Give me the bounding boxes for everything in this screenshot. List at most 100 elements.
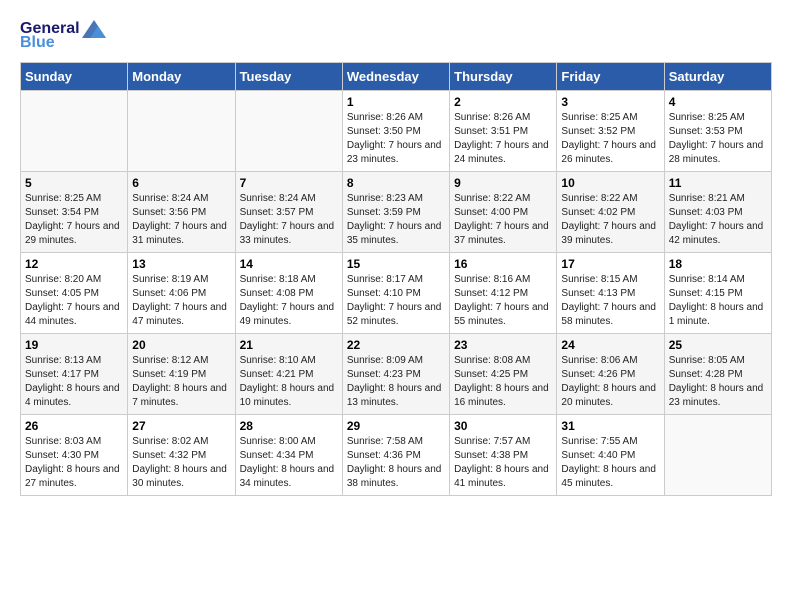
header-day: Thursday — [450, 63, 557, 91]
day-info: Sunrise: 8:26 AMSunset: 3:51 PMDaylight:… — [454, 111, 552, 167]
calendar-cell: 26 Sunrise: 8:03 AMSunset: 4:30 PMDayligh… — [21, 415, 128, 496]
day-number: 30 — [454, 419, 552, 433]
day-info: Sunrise: 8:25 AMSunset: 3:54 PMDaylight:… — [25, 192, 123, 248]
calendar-cell: 9 Sunrise: 8:22 AMSunset: 4:00 PMDaylight… — [450, 172, 557, 253]
calendar-cell: 8 Sunrise: 8:23 AMSunset: 3:59 PMDaylight… — [342, 172, 449, 253]
header-day: Sunday — [21, 63, 128, 91]
day-number: 25 — [669, 338, 767, 352]
calendar-cell: 19Sunrise: 8:13 AMSunset: 4:17 PMDayligh… — [21, 334, 128, 415]
day-info: Sunrise: 8:13 AMSunset: 4:17 PMDaylight:… — [25, 354, 123, 410]
day-info: Sunrise: 8:10 AMSunset: 4:21 PMDaylight:… — [240, 354, 338, 410]
day-number: 10 — [561, 176, 659, 190]
day-number: 31 — [561, 419, 659, 433]
calendar-cell: 4 Sunrise: 8:25 AMSunset: 3:53 PMDaylight… — [664, 91, 771, 172]
day-number: 13 — [132, 257, 230, 271]
calendar-cell: 27 Sunrise: 8:02 AMSunset: 4:32 PMDayligh… — [128, 415, 235, 496]
day-number: 21 — [240, 338, 338, 352]
calendar-week: 19Sunrise: 8:13 AMSunset: 4:17 PMDayligh… — [21, 334, 772, 415]
day-info: Sunrise: 8:21 AMSunset: 4:03 PMDaylight:… — [669, 192, 767, 248]
calendar-cell: 18Sunrise: 8:14 AMSunset: 4:15 PMDayligh… — [664, 253, 771, 334]
day-number: 18 — [669, 257, 767, 271]
day-number: 20 — [132, 338, 230, 352]
calendar-week: 1 Sunrise: 8:26 AMSunset: 3:50 PMDaylight… — [21, 91, 772, 172]
calendar-cell: 24 Sunrise: 8:06 AMSunset: 4:26 PMDayligh… — [557, 334, 664, 415]
calendar-cell: 23Sunrise: 8:08 AMSunset: 4:25 PMDayligh… — [450, 334, 557, 415]
header-day: Wednesday — [342, 63, 449, 91]
day-number: 14 — [240, 257, 338, 271]
day-number: 24 — [561, 338, 659, 352]
day-number: 2 — [454, 95, 552, 109]
calendar-cell: 7 Sunrise: 8:24 AMSunset: 3:57 PMDaylight… — [235, 172, 342, 253]
day-number: 12 — [25, 257, 123, 271]
day-number: 6 — [132, 176, 230, 190]
day-info: Sunrise: 8:02 AMSunset: 4:32 PMDaylight:… — [132, 435, 230, 491]
day-number: 7 — [240, 176, 338, 190]
day-number: 9 — [454, 176, 552, 190]
day-info: Sunrise: 8:24 AMSunset: 3:56 PMDaylight:… — [132, 192, 230, 248]
day-info: Sunrise: 8:12 AMSunset: 4:19 PMDaylight:… — [132, 354, 230, 410]
calendar-cell: 16 Sunrise: 8:16 AMSunset: 4:12 PMDayligh… — [450, 253, 557, 334]
calendar-cell: 30 Sunrise: 7:57 AMSunset: 4:38 PMDayligh… — [450, 415, 557, 496]
calendar-cell: 2 Sunrise: 8:26 AMSunset: 3:51 PMDaylight… — [450, 91, 557, 172]
day-number: 26 — [25, 419, 123, 433]
calendar-cell — [128, 91, 235, 172]
day-info: Sunrise: 8:05 AMSunset: 4:28 PMDaylight:… — [669, 354, 767, 410]
day-info: Sunrise: 7:58 AMSunset: 4:36 PMDaylight:… — [347, 435, 445, 491]
day-info: Sunrise: 8:25 AMSunset: 3:53 PMDaylight:… — [669, 111, 767, 167]
day-number: 23 — [454, 338, 552, 352]
calendar-cell: 20 Sunrise: 8:12 AMSunset: 4:19 PMDayligh… — [128, 334, 235, 415]
day-number: 28 — [240, 419, 338, 433]
logo-blue: Blue — [20, 34, 55, 52]
day-info: Sunrise: 8:06 AMSunset: 4:26 PMDaylight:… — [561, 354, 659, 410]
calendar-table: SundayMondayTuesdayWednesdayThursdayFrid… — [20, 62, 772, 496]
logo-icon — [82, 20, 106, 38]
calendar-cell: 11 Sunrise: 8:21 AMSunset: 4:03 PMDayligh… — [664, 172, 771, 253]
logo: General Blue — [20, 20, 106, 52]
day-info: Sunrise: 8:24 AMSunset: 3:57 PMDaylight:… — [240, 192, 338, 248]
day-number: 15 — [347, 257, 445, 271]
day-info: Sunrise: 7:57 AMSunset: 4:38 PMDaylight:… — [454, 435, 552, 491]
day-info: Sunrise: 8:17 AMSunset: 4:10 PMDaylight:… — [347, 273, 445, 329]
day-info: Sunrise: 8:22 AMSunset: 4:00 PMDaylight:… — [454, 192, 552, 248]
calendar-cell: 25 Sunrise: 8:05 AMSunset: 4:28 PMDayligh… — [664, 334, 771, 415]
day-info: Sunrise: 8:20 AMSunset: 4:05 PMDaylight:… — [25, 273, 123, 329]
header-row: SundayMondayTuesdayWednesdayThursdayFrid… — [21, 63, 772, 91]
day-number: 29 — [347, 419, 445, 433]
calendar-cell: 21 Sunrise: 8:10 AMSunset: 4:21 PMDayligh… — [235, 334, 342, 415]
day-number: 11 — [669, 176, 767, 190]
calendar-week: 12 Sunrise: 8:20 AMSunset: 4:05 PMDayligh… — [21, 253, 772, 334]
page-header: General Blue — [20, 20, 772, 52]
day-number: 5 — [25, 176, 123, 190]
day-number: 16 — [454, 257, 552, 271]
day-number: 4 — [669, 95, 767, 109]
calendar-cell: 14 Sunrise: 8:18 AMSunset: 4:08 PMDayligh… — [235, 253, 342, 334]
day-info: Sunrise: 8:16 AMSunset: 4:12 PMDaylight:… — [454, 273, 552, 329]
day-info: Sunrise: 8:03 AMSunset: 4:30 PMDaylight:… — [25, 435, 123, 491]
day-number: 1 — [347, 95, 445, 109]
day-info: Sunrise: 8:19 AMSunset: 4:06 PMDaylight:… — [132, 273, 230, 329]
calendar-cell: 17Sunrise: 8:15 AMSunset: 4:13 PMDayligh… — [557, 253, 664, 334]
header-day: Monday — [128, 63, 235, 91]
day-number: 27 — [132, 419, 230, 433]
day-number: 17 — [561, 257, 659, 271]
calendar-cell: 29 Sunrise: 7:58 AMSunset: 4:36 PMDayligh… — [342, 415, 449, 496]
day-info: Sunrise: 8:00 AMSunset: 4:34 PMDaylight:… — [240, 435, 338, 491]
calendar-cell: 10Sunrise: 8:22 AMSunset: 4:02 PMDayligh… — [557, 172, 664, 253]
day-number: 3 — [561, 95, 659, 109]
day-info: Sunrise: 8:18 AMSunset: 4:08 PMDaylight:… — [240, 273, 338, 329]
calendar-cell — [664, 415, 771, 496]
calendar-cell: 6 Sunrise: 8:24 AMSunset: 3:56 PMDaylight… — [128, 172, 235, 253]
calendar-cell: 15 Sunrise: 8:17 AMSunset: 4:10 PMDayligh… — [342, 253, 449, 334]
header-day: Tuesday — [235, 63, 342, 91]
calendar-cell — [235, 91, 342, 172]
day-info: Sunrise: 8:09 AMSunset: 4:23 PMDaylight:… — [347, 354, 445, 410]
calendar-cell: 5 Sunrise: 8:25 AMSunset: 3:54 PMDaylight… — [21, 172, 128, 253]
day-number: 8 — [347, 176, 445, 190]
logo-container: General Blue — [20, 20, 106, 52]
day-info: Sunrise: 8:26 AMSunset: 3:50 PMDaylight:… — [347, 111, 445, 167]
calendar-cell: 31Sunrise: 7:55 AMSunset: 4:40 PMDayligh… — [557, 415, 664, 496]
calendar-cell: 3Sunrise: 8:25 AMSunset: 3:52 PMDaylight… — [557, 91, 664, 172]
header-day: Friday — [557, 63, 664, 91]
header-day: Saturday — [664, 63, 771, 91]
day-info: Sunrise: 8:23 AMSunset: 3:59 PMDaylight:… — [347, 192, 445, 248]
